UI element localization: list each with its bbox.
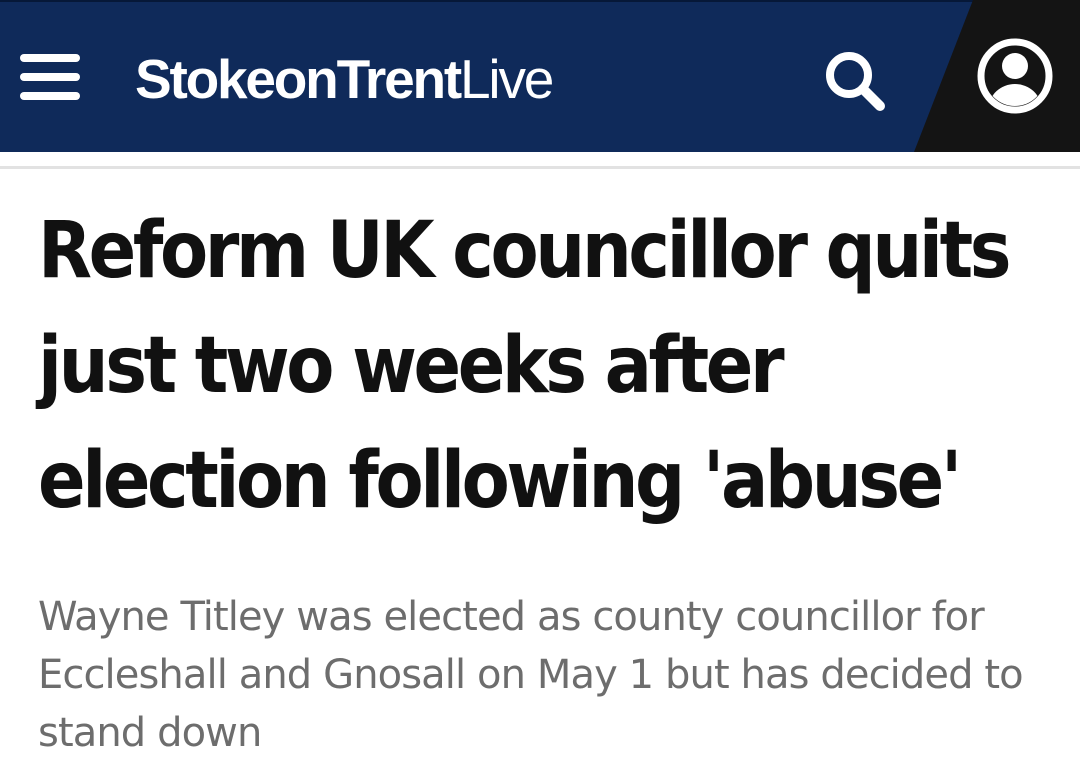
hamburger-menu-icon[interactable] [20, 54, 80, 100]
logo-text-main: StokeonTrent [135, 48, 462, 110]
search-icon[interactable] [820, 46, 890, 116]
user-account-icon[interactable] [975, 36, 1055, 116]
header-divider [0, 166, 1080, 169]
logo-text-live: Live [460, 48, 554, 110]
article-headline: Reform UK councillor quits just two week… [38, 206, 1012, 526]
article-standfirst: Wayne Titley was elected as county counc… [38, 594, 1024, 756]
site-header: StokeonTrentLive [0, 0, 1080, 152]
site-logo[interactable]: StokeonTrentLive [135, 44, 554, 114]
